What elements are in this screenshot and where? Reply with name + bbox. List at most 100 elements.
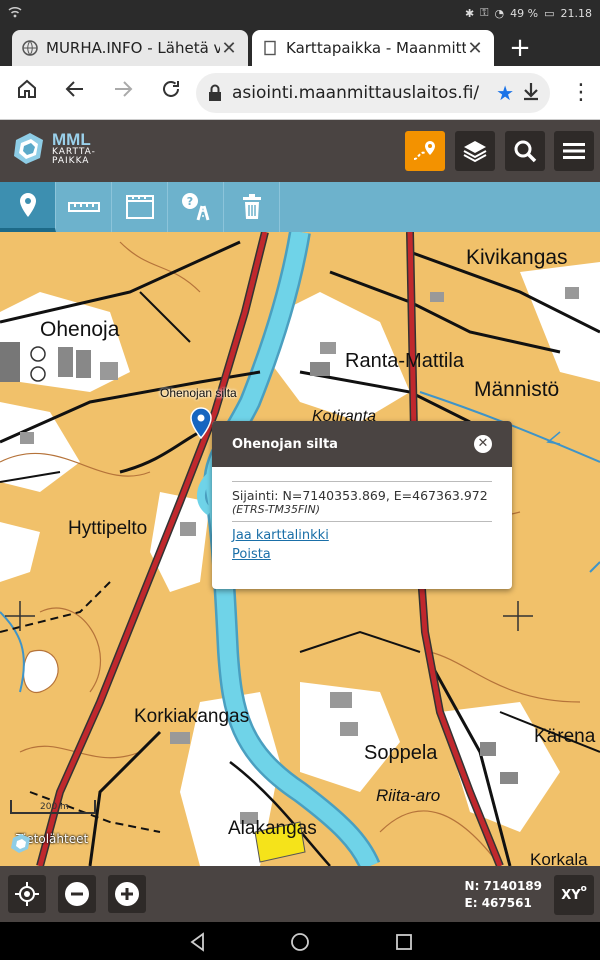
page-icon [264, 40, 276, 56]
app-header: MML KARTTA- PAIKKA [0, 120, 600, 182]
map-place-label: Ranta-Mattila [345, 350, 464, 372]
popup-coordinates: Sijainti: N=7140353.869, E=467363.972 [232, 488, 488, 503]
minus-icon [65, 882, 89, 906]
logo-name: MML [52, 129, 91, 149]
new-tab-button[interactable]: + [506, 34, 534, 62]
zoom-in-button[interactable] [108, 875, 146, 913]
place-marker-tool[interactable] [0, 182, 56, 232]
location-pin-icon [19, 193, 36, 217]
map-bottom-bar: N: 7140189 E: 467561 XY o [0, 866, 600, 922]
popup-title: Ohenojan silta [232, 436, 338, 452]
route-help-tool[interactable]: ? [168, 182, 224, 232]
divider [232, 521, 492, 522]
battery-percent: 49 % [510, 6, 539, 20]
browser-tab-strip: MURHA.INFO - Lähetä vas ✕ Karttapaikka -… [0, 26, 600, 66]
map-place-label: Riita-aro [376, 786, 441, 805]
remove-marker-link[interactable]: Poista [232, 547, 492, 562]
marker-label: Ohenojan silta [160, 386, 237, 400]
home-icon [18, 79, 36, 98]
star-bookmark-icon[interactable]: ★ [496, 81, 514, 105]
map-place-label: Alakangas [228, 818, 317, 839]
mml-logo-small-icon [11, 834, 30, 853]
tab-title: MURHA.INFO - Lähetä vas [46, 39, 220, 57]
browser-menu-icon[interactable]: ⋮ [570, 78, 592, 108]
layers-button[interactable] [455, 131, 495, 171]
bluetooth-icon: ✱ [464, 6, 475, 20]
recents-square-icon[interactable] [392, 930, 416, 954]
layers-icon [463, 141, 487, 163]
popup-body: Sijainti: N=7140353.869, E=467363.972 (E… [212, 467, 512, 562]
map-place-label: Soppela [364, 742, 438, 764]
map-place-label: Kivikangas [466, 246, 568, 269]
home-circle-icon[interactable] [288, 930, 312, 954]
menu-button[interactable] [554, 131, 594, 171]
wifi-signal-icon [8, 6, 22, 21]
logo-sub2: PAIKKA [52, 155, 90, 166]
place-info-popup: Ohenojan silta ✕ Sijainti: N=7140353.869… [212, 421, 512, 589]
popup-header: Ohenojan silta ✕ [212, 421, 512, 467]
wifi-icon: ◔ [494, 6, 505, 20]
mml-logo[interactable]: MML KARTTA- PAIKKA [12, 130, 96, 166]
browser-tab-murha[interactable]: MURHA.INFO - Lähetä vas ✕ [12, 30, 248, 66]
popup-crs: (ETRS-TM35FIN) [232, 503, 321, 516]
map-place-label: Korkala [530, 850, 588, 866]
map-toolbar: ? [0, 182, 600, 232]
zoom-out-button[interactable] [58, 875, 96, 913]
locate-me-button[interactable] [8, 875, 46, 913]
question-road-icon: ? [181, 193, 209, 221]
ruler-line-icon [67, 202, 100, 212]
back-triangle-icon[interactable] [186, 930, 210, 954]
url-text: asiointi.maanmittauslaitos.fi/ [232, 83, 480, 103]
url-field[interactable]: asiointi.maanmittauslaitos.fi/ ★ [196, 73, 550, 113]
back-button[interactable] [60, 78, 90, 108]
address-bar: asiointi.maanmittauslaitos.fi/ ★ ⋮ [0, 66, 600, 120]
xy-coordinate-button[interactable]: XY o [554, 875, 594, 915]
clock: 21.18 [560, 6, 593, 20]
xy-label: XY [561, 887, 581, 903]
reload-icon [163, 80, 179, 97]
globe-icon [22, 40, 38, 56]
browser-tab-karttapaikka[interactable]: Karttapaikka - Maanmitta ✕ [252, 30, 494, 66]
home-button[interactable] [12, 78, 42, 108]
share-map-link[interactable]: Jaa karttalinkki [232, 528, 492, 543]
arrow-right-icon [115, 81, 133, 97]
close-tab-icon[interactable]: ✕ [220, 38, 238, 59]
trash-icon [242, 194, 261, 219]
plus-icon [115, 882, 139, 906]
measure-distance-tool[interactable] [56, 182, 112, 232]
status-bar: ✱ ⚿ ◔ 49 % ▭ 21.18 [0, 0, 600, 26]
svg-text:?: ? [186, 195, 192, 208]
measure-area-tool[interactable] [112, 182, 168, 232]
route-measure-button[interactable] [405, 131, 445, 171]
divider [232, 481, 492, 482]
coordinate-e: E: 467561 [464, 896, 532, 910]
coordinate-n: N: 7140189 [464, 879, 542, 893]
close-popup-icon[interactable]: ✕ [474, 435, 492, 453]
scale-label: 200 m [40, 802, 69, 812]
ruler-area-icon [125, 195, 154, 219]
map-place-label: Männistö [474, 378, 560, 401]
crosshair-location-icon [15, 882, 39, 906]
search-icon [514, 140, 537, 163]
android-navigation-bar [0, 922, 600, 960]
lock-icon [209, 84, 221, 101]
hamburger-menu-icon [563, 143, 585, 159]
map-place-label: Ohenoja [40, 318, 120, 341]
arrow-left-icon [65, 81, 83, 97]
tab-title: Karttapaikka - Maanmitta [286, 39, 466, 57]
data-sources-link[interactable]: Tietolähteet [10, 832, 88, 853]
close-tab-icon[interactable]: ✕ [466, 38, 484, 59]
status-right: ✱ ⚿ ◔ 49 % ▭ 21.18 [465, 6, 592, 20]
forward-button[interactable] [108, 78, 138, 108]
reload-button[interactable] [156, 78, 186, 108]
route-pin-icon [413, 141, 435, 160]
coordinate-readout: N: 7140189 E: 467561 [465, 878, 542, 912]
delete-tool[interactable] [224, 182, 280, 232]
map-place-label: Korkiakangas [134, 706, 250, 727]
download-icon[interactable] [522, 81, 540, 106]
map-place-label: Kärena [534, 726, 596, 747]
search-button[interactable] [505, 131, 545, 171]
map-place-label: Hyttipelto [68, 518, 148, 539]
key-icon: ⚿ [480, 6, 489, 19]
battery-icon: ▭ [544, 6, 555, 20]
